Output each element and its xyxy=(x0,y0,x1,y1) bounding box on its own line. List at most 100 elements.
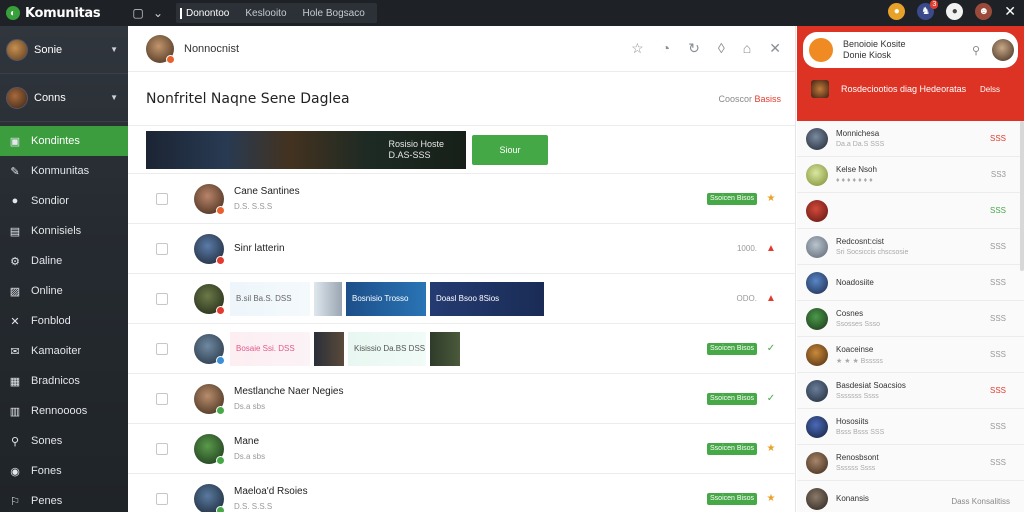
thumbnail[interactable] xyxy=(430,331,460,366)
sidebar-item-2[interactable]: ● Sondior xyxy=(0,186,128,216)
promo-banner[interactable]: Rosisio Hoste D.AS-SSS xyxy=(146,130,466,169)
notification-badge: 3 xyxy=(930,0,939,9)
sidebar-item-3[interactable]: ▤ Konnisiels xyxy=(0,216,128,246)
row-checkbox[interactable] xyxy=(156,292,168,305)
row-checkbox[interactable] xyxy=(156,492,168,505)
tab-3[interactable]: Hole Bogsaco xyxy=(295,8,373,19)
row-text: Sinr latterin xyxy=(234,243,285,254)
avatar[interactable] xyxy=(194,283,225,315)
status-pill[interactable]: Ssoicen Bisos xyxy=(707,392,757,405)
row-flag-icon[interactable]: ✓ xyxy=(765,343,777,354)
row-text: Mane Ds.a sbs xyxy=(234,436,265,461)
close-icon[interactable]: ✕ xyxy=(1004,3,1016,20)
shield-icon[interactable]: ◊ xyxy=(718,40,725,57)
status-pill[interactable]: Ssoicen Bisos xyxy=(707,492,757,505)
scrollbar[interactable] xyxy=(1020,121,1024,271)
app-title: Komunitas xyxy=(25,5,101,21)
row-flag-icon[interactable]: ▲ xyxy=(765,243,777,254)
app-icon xyxy=(809,38,833,62)
list-item[interactable]: Bosaie Ssi. DSS Kisissio Da.BS DSS Ssoicen… xyxy=(128,324,795,374)
sidebar-user-2[interactable]: Conns ▼ xyxy=(0,74,128,122)
sidebar-item-11[interactable]: ◉ Fones xyxy=(0,456,128,486)
brand[interactable]: ◐ Komunitas xyxy=(0,6,128,21)
right-panel-item[interactable]: Kelse Nsoh ♦ ♦ ♦ ♦ ♦ ♦ ♦ SS3 xyxy=(797,157,1024,193)
avatar[interactable] xyxy=(194,483,225,512)
right-panel-item[interactable]: Redcosnt:cist Sri Socsiccis chscsosie SSS xyxy=(797,229,1024,265)
row-name: Cane Santines xyxy=(234,186,300,197)
right-panel: Benoioie Kosite Donie Kiosk ⚲ Rosdecioot… xyxy=(797,26,1024,512)
row-checkbox[interactable] xyxy=(156,392,168,405)
layout-toggle-icon[interactable]: ▢ xyxy=(128,6,148,20)
sidebar-item-6[interactable]: ✕ Fonblod xyxy=(0,306,128,336)
right-panel-item[interactable]: Cosnes Ssosses Ssso SSS xyxy=(797,301,1024,337)
avatar[interactable] xyxy=(194,433,225,465)
right-panel-item[interactable]: Monnichesa Da.a Da.S SSS SSS xyxy=(797,121,1024,157)
search-icon[interactable]: ⚲ xyxy=(972,44,980,57)
list-item[interactable]: Sinr latterin 1000. ▲ xyxy=(128,224,795,274)
row-flag-icon[interactable]: ★ xyxy=(765,493,777,504)
right-panel-item[interactable]: Basdesiat Soacsios Sssssss Ssss SSS xyxy=(797,373,1024,409)
list-item[interactable]: Mestlanche Naer Negies Ds.a sbs Ssoicen Bi… xyxy=(128,374,795,424)
avatar[interactable] xyxy=(194,233,225,265)
list-item[interactable]: Cane Santines D.S. S.S.S Ssoicen Bisos ★ xyxy=(128,174,795,224)
item-name: Renosbsont xyxy=(836,453,879,462)
sidebar-item-0[interactable]: ▣ Kondintes xyxy=(0,126,128,156)
list-item[interactable]: Mane Ds.a sbs Ssoicen Bisos ★ xyxy=(128,424,795,474)
thumbnail[interactable]: Kisissio Da.BS DSS xyxy=(348,331,426,366)
avatar[interactable] xyxy=(992,39,1014,61)
avatar[interactable] xyxy=(146,34,175,64)
right-panel-item[interactable]: Hososiits Bsss Bsss SSS SSS xyxy=(797,409,1024,445)
row-flag-icon[interactable]: ★ xyxy=(765,443,777,454)
sidebar-user-1[interactable]: Sonie ▼ xyxy=(0,26,128,74)
row-checkbox[interactable] xyxy=(156,242,168,255)
chevron-down-icon[interactable]: ⌄ xyxy=(148,6,168,20)
close-icon[interactable]: ✕ xyxy=(769,40,781,57)
refresh-icon[interactable]: ↻ xyxy=(688,40,700,57)
avatar[interactable] xyxy=(194,183,225,215)
sidebar-item-8[interactable]: ▦ Bradnicos xyxy=(0,366,128,396)
tab-1[interactable]: Donontoo xyxy=(180,7,237,19)
sidebar-item-10[interactable]: ⚲ Sones xyxy=(0,426,128,456)
sidebar-item-9[interactable]: ▥ Rennoooos xyxy=(0,396,128,426)
row-flag-icon[interactable]: ✓ xyxy=(765,393,777,404)
notification-icon[interactable]: ♞ 3 xyxy=(917,0,939,20)
avatar[interactable] xyxy=(194,383,225,415)
profile-icon[interactable]: ● xyxy=(946,3,964,20)
sidebar-item-5[interactable]: ▨ Online xyxy=(0,276,128,306)
row-checkbox[interactable] xyxy=(156,342,168,355)
status-pill[interactable]: Ssoicen Bisos xyxy=(707,442,757,455)
row-checkbox[interactable] xyxy=(156,442,168,455)
list-item[interactable]: B.sil Ba.S. DSS Bosnisio Trosso Doasl Bsoo… xyxy=(128,274,795,324)
sidebar-item-1[interactable]: ✎ Konmunitas xyxy=(0,156,128,186)
coin-icon[interactable]: ● xyxy=(888,3,906,20)
list-item[interactable]: Maeloa'd Rsoies D.S. S.S.S Ssoicen Bisos ★ xyxy=(128,474,795,512)
tab-2[interactable]: Keslooito xyxy=(237,8,294,19)
footer-label[interactable]: Dass Konsalitiss xyxy=(951,497,1010,506)
banner-button[interactable]: Siour xyxy=(472,134,548,165)
thumbnail[interactable] xyxy=(314,281,342,316)
right-panel-card[interactable]: Benoioie Kosite Donie Kiosk ⚲ xyxy=(803,32,1018,68)
sidebar-item-4[interactable]: ⚙ Daline xyxy=(0,246,128,276)
thumbnail[interactable] xyxy=(314,331,344,366)
row-checkbox[interactable] xyxy=(156,192,168,205)
status-pill[interactable]: Ssoicen Bisos xyxy=(707,342,757,355)
thumbnail[interactable]: B.sil Ba.S. DSS xyxy=(230,281,310,316)
sidebar-item-7[interactable]: ✉ Kamaoiter xyxy=(0,336,128,366)
right-panel-item[interactable]: SSS xyxy=(797,193,1024,229)
thumbnail[interactable]: Doasl Bsoo 8Sios xyxy=(430,281,544,316)
right-panel-item[interactable]: Renosbsont Ssssss Ssss SSS xyxy=(797,445,1024,481)
row-flag-icon[interactable]: ★ xyxy=(765,193,777,204)
row-flag-icon[interactable]: ▲ xyxy=(765,293,777,304)
avatar[interactable]: ☻ xyxy=(975,3,993,20)
right-panel-item[interactable]: Koaceinse ★ ★ ★ Bsssss SSS xyxy=(797,337,1024,373)
home-icon[interactable]: ⌂ xyxy=(743,40,751,57)
right-panel-item[interactable]: Noadosiite SSS xyxy=(797,265,1024,301)
status-pill[interactable]: Ssoicen Bisos xyxy=(707,192,757,205)
avatar[interactable] xyxy=(194,333,225,365)
sidebar-item-12[interactable]: ⚐ Penes xyxy=(0,486,128,512)
row-subtext: Ds.a sbs xyxy=(234,452,266,461)
clock-icon[interactable]: ◔ xyxy=(662,40,670,57)
thumbnail[interactable]: Bosnisio Trosso xyxy=(346,281,426,316)
thumbnail[interactable]: Bosaie Ssi. DSS xyxy=(230,331,310,366)
star-icon[interactable]: ☆ xyxy=(631,40,644,57)
